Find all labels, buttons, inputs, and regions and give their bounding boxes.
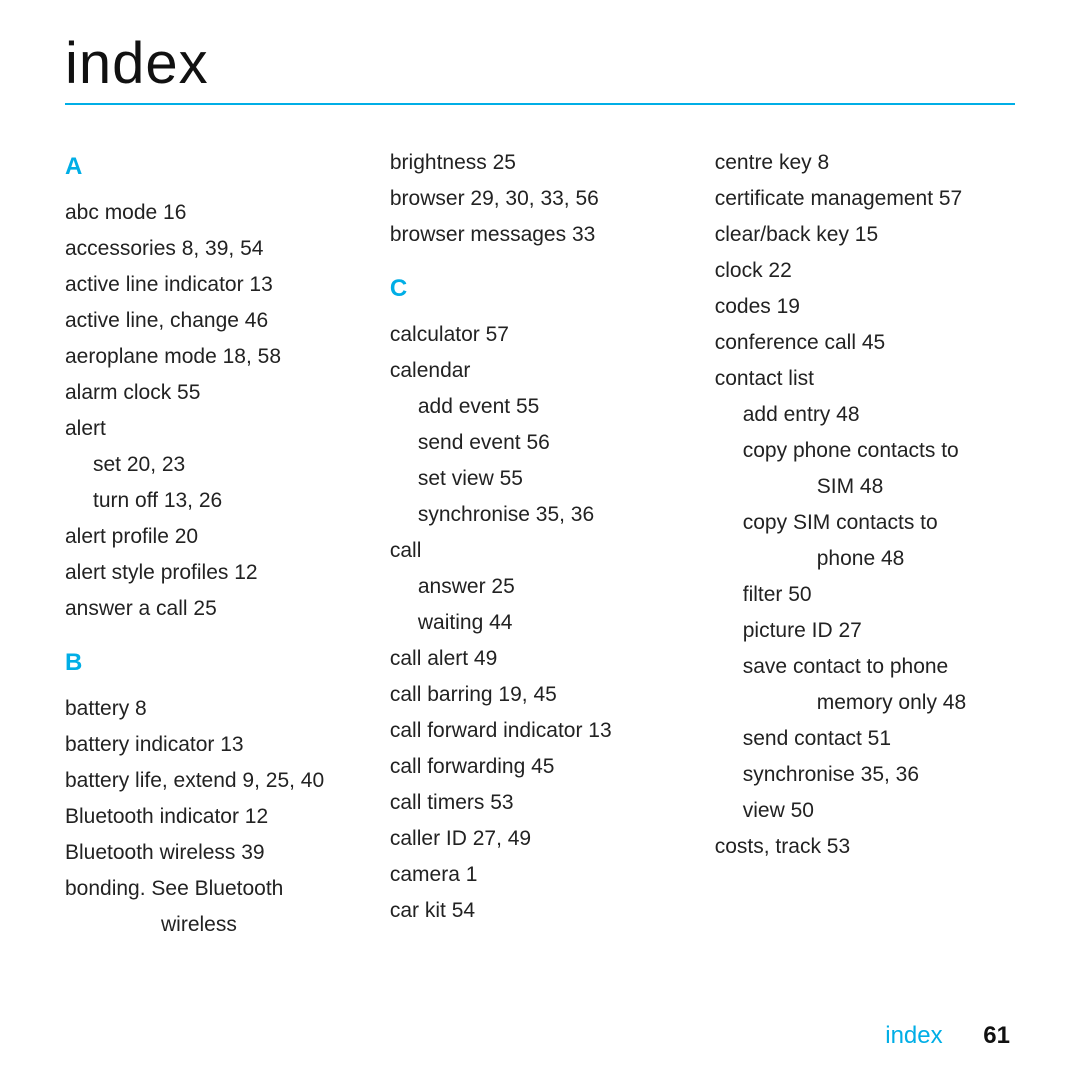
index-entry: certificate management 57 xyxy=(715,181,1015,217)
index-entry: active line, change 46 xyxy=(65,303,346,339)
index-subentry: synchronise 35, 36 xyxy=(715,757,1015,793)
index-subentry: wireless xyxy=(65,907,346,943)
index-entry: call xyxy=(390,533,671,569)
letter-a: A xyxy=(65,149,346,185)
index-subentry: add event 55 xyxy=(390,389,671,425)
index-entry: browser 29, 30, 33, 56 xyxy=(390,181,671,217)
index-entry: battery life, extend 9, 25, 40 xyxy=(65,763,346,799)
index-subentry-cont: phone 48 xyxy=(715,541,1015,577)
index-entry: call alert 49 xyxy=(390,641,671,677)
index-entry: calendar xyxy=(390,353,671,389)
index-page: index A abc mode 16 accessories 8, 39, 5… xyxy=(65,30,1015,943)
letter-b: B xyxy=(65,645,346,681)
index-subentry-cont: memory only 48 xyxy=(715,685,1015,721)
index-entry: alarm clock 55 xyxy=(65,375,346,411)
index-entry: bonding. See Bluetooth xyxy=(65,871,346,907)
index-entry: codes 19 xyxy=(715,289,1015,325)
index-entry: active line indicator 13 xyxy=(65,267,346,303)
index-subentry: filter 50 xyxy=(715,577,1015,613)
index-entry: answer a call 25 xyxy=(65,591,346,627)
column-1: A abc mode 16 accessories 8, 39, 54 acti… xyxy=(65,145,346,943)
index-entry: camera 1 xyxy=(390,857,671,893)
index-entry: caller ID 27, 49 xyxy=(390,821,671,857)
page-title: index xyxy=(65,30,1015,97)
index-entry: costs, track 53 xyxy=(715,829,1015,865)
index-subentry: copy phone contacts to xyxy=(715,433,1015,469)
index-entry: aeroplane mode 18, 58 xyxy=(65,339,346,375)
index-entry: clock 22 xyxy=(715,253,1015,289)
index-entry: browser messages 33 xyxy=(390,217,671,253)
index-subentry: send event 56 xyxy=(390,425,671,461)
index-subentry: copy SIM contacts to xyxy=(715,505,1015,541)
index-entry: call timers 53 xyxy=(390,785,671,821)
index-entry: call barring 19, 45 xyxy=(390,677,671,713)
title-rule xyxy=(65,103,1015,105)
column-2: brightness 25 browser 29, 30, 33, 56 bro… xyxy=(390,145,671,943)
footer-page-number: 61 xyxy=(983,1022,1010,1049)
index-entry: car kit 54 xyxy=(390,893,671,929)
index-entry: Bluetooth wireless 39 xyxy=(65,835,346,871)
index-columns: A abc mode 16 accessories 8, 39, 54 acti… xyxy=(65,145,1015,943)
index-entry: call forwarding 45 xyxy=(390,749,671,785)
index-entry: clear/back key 15 xyxy=(715,217,1015,253)
index-entry: call forward indicator 13 xyxy=(390,713,671,749)
index-entry: Bluetooth indicator 12 xyxy=(65,799,346,835)
index-subentry: view 50 xyxy=(715,793,1015,829)
page-footer: index 61 xyxy=(885,1022,1010,1050)
index-entry: brightness 25 xyxy=(390,145,671,181)
index-subentry: set 20, 23 xyxy=(65,447,346,483)
index-subentry-cont: SIM 48 xyxy=(715,469,1015,505)
index-subentry: synchronise 35, 36 xyxy=(390,497,671,533)
index-entry: abc mode 16 xyxy=(65,195,346,231)
letter-c: C xyxy=(390,271,671,307)
index-entry: conference call 45 xyxy=(715,325,1015,361)
column-3: centre key 8 certificate management 57 c… xyxy=(715,145,1015,943)
index-subentry: waiting 44 xyxy=(390,605,671,641)
index-entry: calculator 57 xyxy=(390,317,671,353)
index-entry: alert profile 20 xyxy=(65,519,346,555)
index-subentry: picture ID 27 xyxy=(715,613,1015,649)
index-subentry: add entry 48 xyxy=(715,397,1015,433)
footer-section-label: index xyxy=(885,1022,942,1049)
index-subentry: turn off 13, 26 xyxy=(65,483,346,519)
index-entry: alert xyxy=(65,411,346,447)
index-entry: alert style profiles 12 xyxy=(65,555,346,591)
index-entry: accessories 8, 39, 54 xyxy=(65,231,346,267)
index-subentry: send contact 51 xyxy=(715,721,1015,757)
index-entry: contact list xyxy=(715,361,1015,397)
index-entry: centre key 8 xyxy=(715,145,1015,181)
index-subentry: set view 55 xyxy=(390,461,671,497)
index-entry: battery 8 xyxy=(65,691,346,727)
index-subentry: answer 25 xyxy=(390,569,671,605)
index-subentry: save contact to phone xyxy=(715,649,1015,685)
index-entry: battery indicator 13 xyxy=(65,727,346,763)
